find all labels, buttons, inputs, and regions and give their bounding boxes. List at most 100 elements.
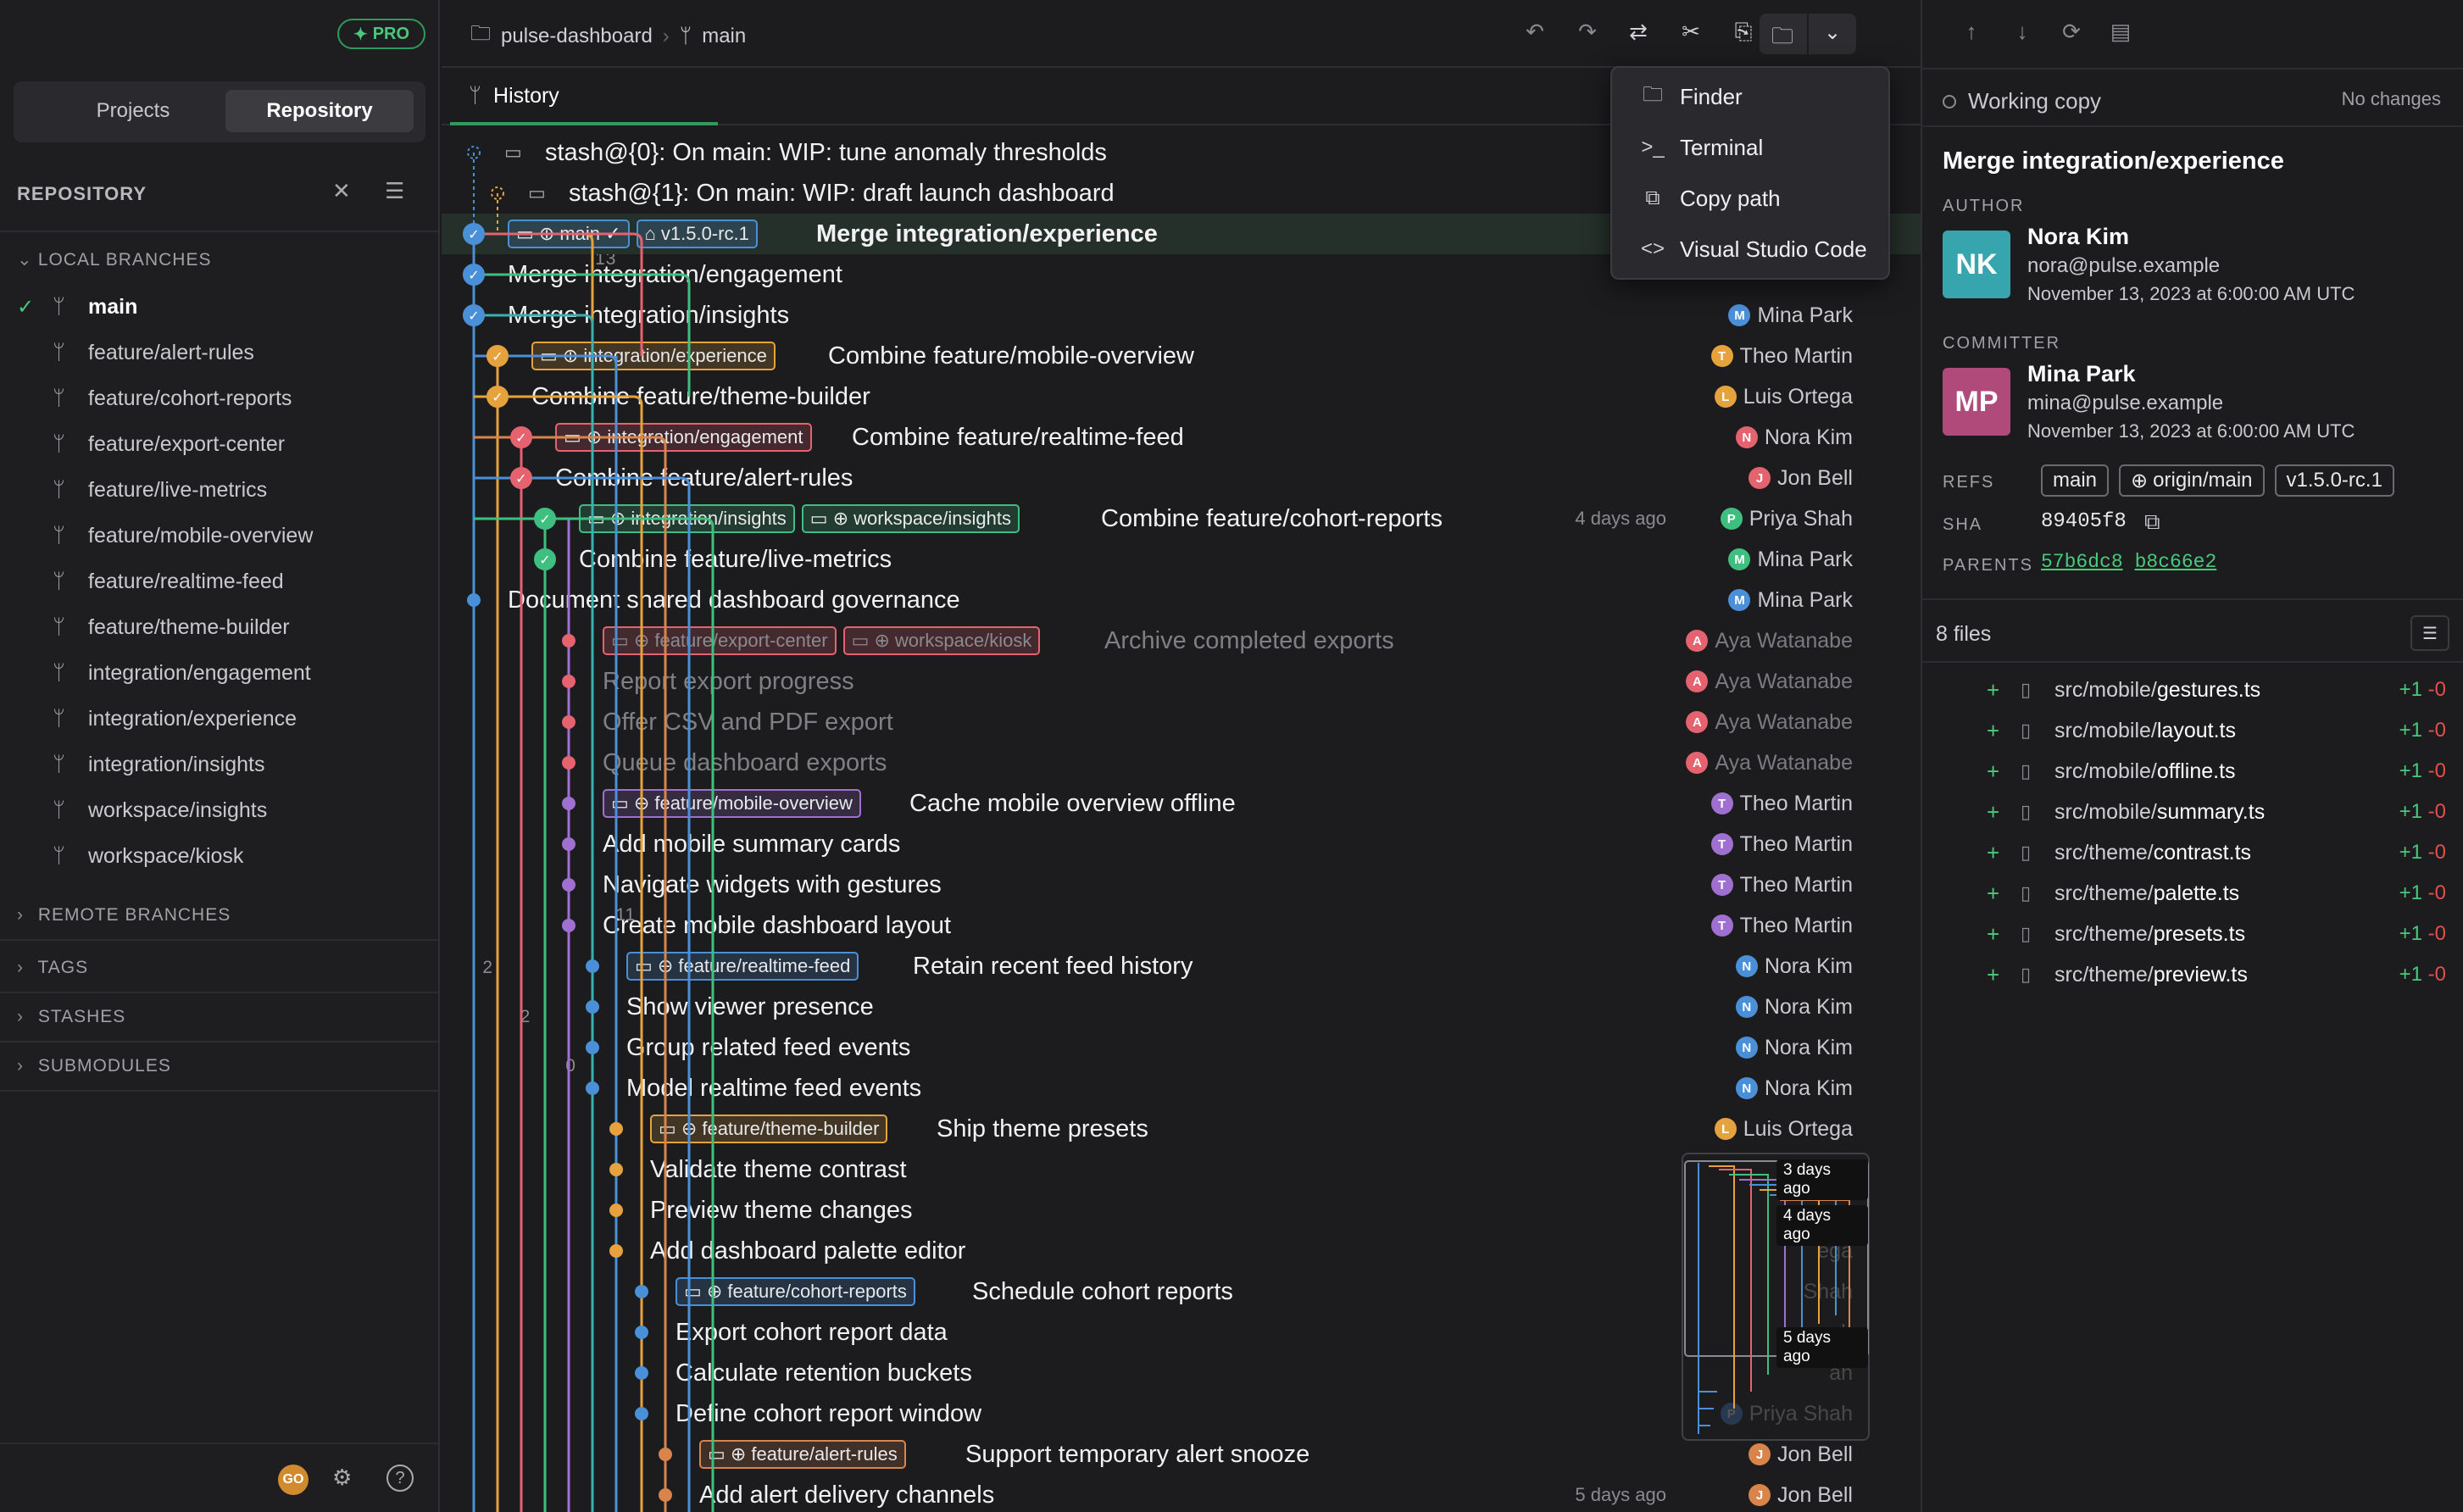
sidebar-branch-item[interactable]: ᛘ feature/mobile-overview (53, 519, 313, 553)
commit-node[interactable] (586, 1041, 599, 1054)
sidebar-branch-item[interactable]: ✓ ᛘ main (17, 290, 137, 324)
parent-link[interactable]: 57b6dc8 (2041, 551, 2123, 573)
commit-node[interactable] (609, 1122, 623, 1136)
divider (0, 1041, 438, 1042)
ref-badge[interactable]: main (2041, 464, 2110, 497)
menu-item-terminal[interactable]: >_ Terminal (1612, 124, 1888, 171)
committer-name: Mina Park (2027, 361, 2136, 386)
commit-node[interactable] (562, 837, 575, 851)
file-row[interactable]: + ▯ src/theme/presets.ts +1 -0 (1922, 914, 2463, 954)
user-avatar[interactable]: GO (278, 1465, 309, 1495)
commit-message: Ship theme presets (937, 1115, 1148, 1142)
sidebar-branch-item[interactable]: ᛘ integration/insights (53, 748, 264, 781)
sidebar-branch-item[interactable]: ᛘ feature/theme-builder (53, 610, 290, 644)
sidebar-branch-item[interactable]: ᛘ integration/engagement (53, 656, 311, 690)
sidebar-group-header[interactable]: › SUBMODULES 0 (17, 1056, 575, 1076)
commit-node[interactable] (659, 1488, 672, 1502)
help-icon[interactable]: ? (386, 1465, 414, 1492)
file-dir: src/theme/ (2054, 921, 2154, 946)
arrow-up-icon[interactable]: ↑ (1956, 19, 1987, 45)
file-row[interactable]: + ▯ src/mobile/layout.ts +1 -0 (1922, 710, 2463, 751)
history-minimap[interactable]: 3 days ago 4 days ago 5 days ago (1682, 1153, 1870, 1441)
commit-node[interactable] (586, 1081, 599, 1095)
file-row[interactable]: + ▯ src/theme/preview.ts +1 -0 (1922, 954, 2463, 995)
tab-repository[interactable]: Repository (225, 90, 414, 132)
commit-node[interactable] (562, 919, 575, 932)
local-branches-header[interactable]: ⌄ LOCAL BRANCHES 13 (17, 249, 615, 270)
commit-node[interactable] (635, 1366, 648, 1380)
commit-node[interactable] (562, 878, 575, 892)
menu-item-finder[interactable]: 🗀 Finder (1612, 73, 1888, 120)
ref-badge[interactable]: ▭ ⊕ workspace/insights (801, 504, 1020, 533)
sidebar-branch-item[interactable]: ᛘ integration/experience (53, 702, 297, 736)
commit-node[interactable] (609, 1203, 623, 1217)
code-icon: <> (1640, 237, 1665, 260)
added-count: +1 (2399, 678, 2422, 701)
commit-node[interactable] (635, 1285, 648, 1298)
pull-request-icon[interactable]: ⇄ (1623, 19, 1654, 45)
commit-node[interactable] (562, 715, 575, 729)
scissors-icon[interactable]: ✂ (1676, 19, 1706, 45)
tab-history[interactable]: ᛘ History (450, 69, 718, 125)
commit-node[interactable] (562, 756, 575, 770)
commit-node[interactable] (635, 1407, 648, 1420)
file-view-toggle-icon[interactable]: ☰ (2410, 615, 2449, 651)
sidebar-group-header[interactable]: › REMOTE BRANCHES 11 (17, 905, 635, 926)
commit-node[interactable] (609, 1163, 623, 1176)
branch-name: integration/experience (88, 706, 297, 731)
file-row[interactable]: + ▯ src/theme/palette.ts +1 -0 (1922, 873, 2463, 914)
patch-file-icon[interactable]: ⎘ (1728, 19, 1759, 46)
collapse-all-icon[interactable]: ✕ (332, 178, 351, 204)
open-in-button[interactable]: 🗀 (1760, 14, 1807, 54)
sidebar-group-header[interactable]: › STASHES 2 (17, 1007, 530, 1027)
sidebar-branch-item[interactable]: ᛘ feature/realtime-feed (53, 564, 284, 598)
arrow-down-icon[interactable]: ↓ (2007, 19, 2038, 45)
added-count: +1 (2399, 841, 2422, 864)
commit-node[interactable] (467, 593, 481, 607)
working-copy-row[interactable]: Working copy (1943, 88, 2101, 114)
tab-projects[interactable]: Projects (39, 90, 227, 132)
file-row[interactable]: + ▯ src/theme/contrast.ts +1 -0 (1922, 832, 2463, 873)
commit-node[interactable] (635, 1326, 648, 1339)
commit-node[interactable] (659, 1448, 672, 1461)
ref-badge[interactable]: ▭ ⊕ workspace/kiosk (842, 626, 1041, 655)
ref-badge[interactable]: ⊕ origin/main (2119, 464, 2265, 497)
commit-node[interactable] (562, 797, 575, 810)
list-view-icon[interactable]: ☰ (385, 178, 404, 204)
settings-icon[interactable]: ⚙ (332, 1465, 352, 1491)
menu-item-vscode[interactable]: <> Visual Studio Code (1612, 225, 1888, 273)
diff-stat: +1 -0 (2399, 759, 2446, 783)
copy-icon[interactable]: ⧉ (2144, 509, 2160, 536)
sidebar-group-header[interactable]: › TAGS 2 (17, 958, 492, 978)
commit-node[interactable] (586, 959, 599, 973)
commit-node[interactable] (609, 1244, 623, 1258)
file-name: summary.ts (2156, 799, 2266, 824)
open-in-dropdown-button[interactable]: ⌄ (1809, 14, 1856, 54)
commit-node[interactable] (586, 1000, 599, 1014)
branch-selector[interactable]: main (702, 25, 746, 48)
sidebar-branch-item[interactable]: ᛘ workspace/kiosk (53, 839, 243, 873)
project-selector[interactable]: 🗀 pulse-dashboard › ᛘ main (470, 19, 746, 53)
parent-link[interactable]: b8c66e2 (2135, 551, 2217, 573)
sidebar-branch-item[interactable]: ᛘ feature/live-metrics (53, 473, 267, 507)
commit-node[interactable] (562, 634, 575, 648)
sidebar-branch-item[interactable]: ᛘ feature/alert-rules (53, 336, 254, 370)
menu-item-copy-path[interactable]: ⧉ Copy path (1612, 175, 1888, 222)
undo-icon[interactable]: ↶ (1520, 19, 1550, 45)
file-row[interactable]: + ▯ src/mobile/offline.ts +1 -0 (1922, 751, 2463, 792)
sidebar-branch-item[interactable]: ᛘ feature/export-center (53, 427, 285, 461)
file-row[interactable]: + ▯ src/mobile/summary.ts +1 -0 (1922, 792, 2463, 832)
pro-badge[interactable]: ✦ PRO (337, 19, 425, 49)
file-row[interactable]: + ▯ src/mobile/gestures.ts +1 -0 (1922, 670, 2463, 710)
ref-badge[interactable]: v1.5.0-rc.1 (2274, 464, 2394, 497)
redo-icon[interactable]: ↷ (1572, 19, 1603, 45)
archive-icon[interactable]: ▤ (2105, 19, 2136, 45)
commit-author: N Nora Kim (1735, 954, 1853, 979)
sidebar-branch-item[interactable]: ᛘ feature/cohort-reports (53, 381, 292, 415)
refresh-icon[interactable]: ⟳ (2056, 19, 2087, 45)
commit-author: J Jon Bell (1749, 466, 1853, 491)
sidebar-branch-item[interactable]: ᛘ workspace/insights (53, 793, 267, 827)
merge-check-icon: ✓ (515, 470, 526, 486)
commit-node[interactable] (562, 675, 575, 688)
added-icon: + (1987, 920, 2000, 947)
